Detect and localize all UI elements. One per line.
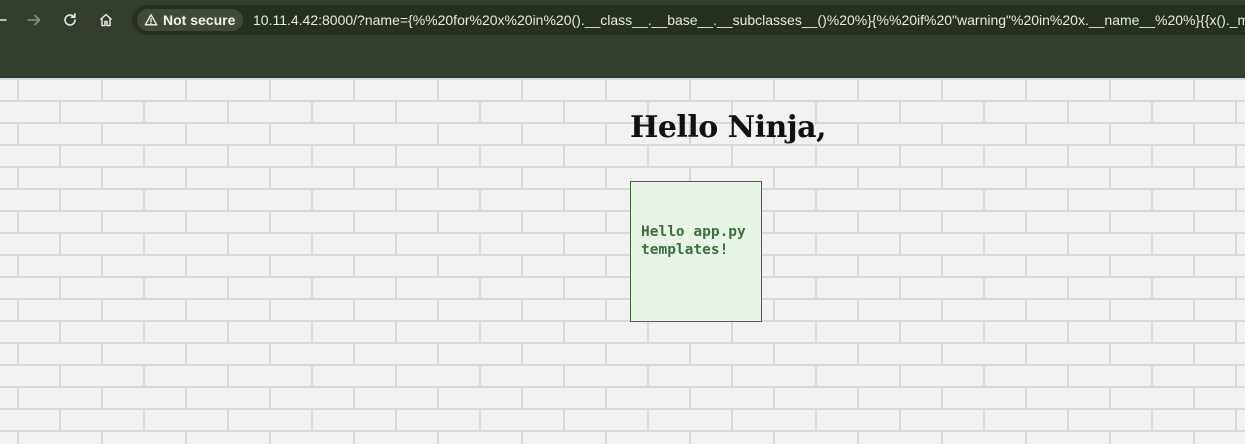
- home-icon: [99, 13, 113, 27]
- warning-triangle-icon: [144, 14, 158, 26]
- arrow-left-icon: [0, 19, 7, 21]
- page-heading: Hello Ninja,: [630, 110, 827, 145]
- home-button[interactable]: [92, 6, 120, 34]
- forward-button[interactable]: [20, 6, 48, 34]
- back-button[interactable]: [0, 6, 14, 34]
- reload-icon: [64, 13, 76, 26]
- page-content: [0, 78, 1245, 444]
- arrow-right-icon: [27, 14, 41, 26]
- browser-toolbar: Not secure 10.11.4.42:8000/?name={%%20fo…: [0, 0, 1245, 78]
- address-bar[interactable]: Not secure 10.11.4.42:8000/?name={%%20fo…: [132, 5, 1245, 35]
- url-text[interactable]: 10.11.4.42:8000/?name={%%20for%20x%20in%…: [253, 12, 1245, 28]
- security-indicator[interactable]: Not secure: [137, 9, 244, 31]
- brick-pattern-rows: [0, 78, 1245, 444]
- message-box: Hello app.py templates!: [630, 181, 762, 322]
- message-text: Hello app.py templates!: [641, 224, 746, 258]
- reload-button[interactable]: [56, 6, 84, 34]
- security-label: Not secure: [163, 12, 236, 28]
